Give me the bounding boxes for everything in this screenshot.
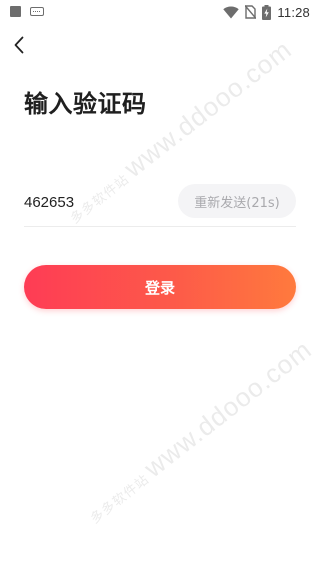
chevron-left-icon <box>14 36 24 54</box>
status-icons: 11:28 <box>223 3 310 21</box>
verification-screen: 多多软件站www.ddooo.com 多多软件站www.ddooo.com 11… <box>0 0 320 568</box>
login-button[interactable]: 登录 <box>24 265 296 309</box>
status-time: 11:28 <box>277 4 310 20</box>
watermark-name: 多多软件站 <box>88 472 153 528</box>
battery-charging-icon <box>262 4 272 20</box>
no-sim-icon <box>245 5 257 19</box>
verification-code-input[interactable] <box>24 188 164 216</box>
back-button[interactable] <box>8 34 30 56</box>
watermark-domain: www.ddooo.com <box>138 333 318 484</box>
resend-code-button[interactable]: 重新发送(21s) <box>178 184 296 218</box>
notification-square-icon <box>10 6 21 17</box>
status-bar: 11:28 <box>0 0 320 24</box>
watermark: 多多软件站www.ddooo.com <box>80 334 318 529</box>
page-title: 输入验证码 <box>24 90 147 118</box>
keyboard-icon <box>30 7 44 16</box>
wifi-icon <box>223 6 240 18</box>
verification-code-row: 重新发送(21s) <box>24 180 296 227</box>
